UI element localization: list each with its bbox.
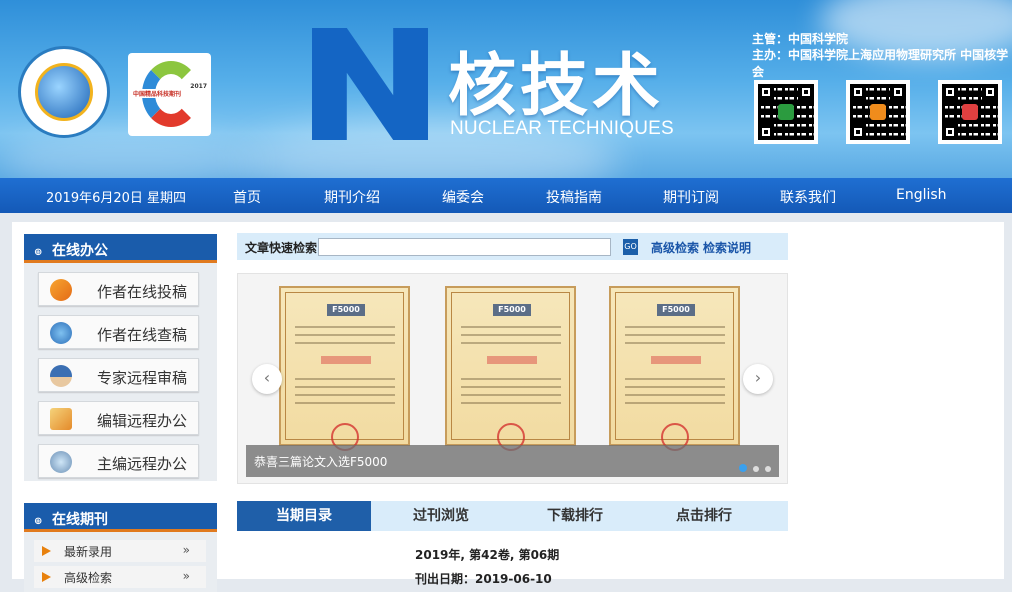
triangle-icon xyxy=(42,546,51,556)
tab-current-issue[interactable]: 当期目录 xyxy=(237,501,371,531)
nav-subscription[interactable]: 期刊订阅 xyxy=(663,187,719,207)
advanced-search-link[interactable]: 高级检索 xyxy=(651,239,699,256)
logo2-year: 2017 xyxy=(190,83,207,90)
f5000-badge: F5000 xyxy=(657,304,695,316)
search-input[interactable] xyxy=(318,238,611,256)
nav-journal-intro[interactable]: 期刊介绍 xyxy=(324,187,380,207)
bullet-icon: ⊕ xyxy=(34,516,43,527)
carousel-dots xyxy=(733,457,771,476)
submit-pen-icon xyxy=(50,279,72,301)
button-label: 作者在线查稿 xyxy=(97,326,188,344)
issue-volume: 2019年, 第42卷, 第06期 xyxy=(415,548,560,562)
button-label: 专家远程审稿 xyxy=(97,369,188,387)
office-title-text: 在线办公 xyxy=(52,243,108,259)
caption-text: 恭喜三篇论文入选F5000 xyxy=(254,455,388,469)
nav-home[interactable]: 首页 xyxy=(233,187,261,207)
carousel-next-button[interactable]: › xyxy=(743,364,773,394)
banner-cloud xyxy=(0,130,260,178)
expert-review-button[interactable]: 专家远程审稿 xyxy=(38,358,199,392)
tab-download-ranking[interactable]: 下载排行 xyxy=(508,501,642,531)
query-globe-icon xyxy=(50,322,72,344)
main-nav: 2019年6月20日 星期四 首页 期刊介绍 编委会 投稿指南 期刊订阅 联系我… xyxy=(0,178,1012,213)
journal-title-text: 在线期刊 xyxy=(52,512,108,528)
search-magnifier-icon xyxy=(50,451,72,473)
weibo-qr-icon[interactable] xyxy=(846,80,910,144)
editor-office-button[interactable]: 编辑远程办公 xyxy=(38,401,199,435)
nav-editorial-board[interactable]: 编委会 xyxy=(442,187,484,207)
certificate-image[interactable]: F5000 xyxy=(609,286,740,451)
button-label: 编辑远程办公 xyxy=(97,412,188,430)
tab-click-ranking[interactable]: 点击排行 xyxy=(637,501,771,531)
header-banner: 中国精品科技期刊 2017 核技术 NUCLEAR TECHNIQUES 主管：… xyxy=(0,0,1012,178)
globe-icon xyxy=(35,63,93,121)
tab-past-issues[interactable]: 过刊浏览 xyxy=(374,501,508,531)
carousel-dot[interactable] xyxy=(765,466,771,472)
carousel-prev-button[interactable]: ‹ xyxy=(252,364,282,394)
search-help-link[interactable]: 检索说明 xyxy=(703,239,751,256)
quick-search-bar: 文章快速检索 GO 高级检索 检索说明 xyxy=(237,233,788,260)
certificate-image[interactable]: F5000 xyxy=(445,286,576,451)
quality-journal-logo[interactable]: 中国精品科技期刊 2017 xyxy=(128,53,211,136)
expert-person-icon xyxy=(50,365,72,387)
wechat-qr-icon[interactable] xyxy=(754,80,818,144)
button-label: 主编远程办公 xyxy=(97,455,188,473)
nav-submission-guide[interactable]: 投稿指南 xyxy=(546,187,602,207)
chief-editor-button[interactable]: 主编远程办公 xyxy=(38,444,199,478)
editor-folder-icon xyxy=(50,408,72,430)
site-title: 核技术 xyxy=(448,47,665,126)
cast-logo[interactable] xyxy=(18,46,110,138)
author-submit-button[interactable]: 作者在线投稿 xyxy=(38,272,199,306)
office-panel-title: ⊕ 在线办公 xyxy=(24,234,217,263)
triangle-icon xyxy=(42,572,51,582)
current-date: 2019年6月20日 星期四 xyxy=(46,191,187,206)
issue-tabs: 当期目录 过刊浏览 下载排行 点击排行 xyxy=(237,501,788,531)
sponsor-text: 主办：中国科学院上海应用物理研究所 中国核学会 xyxy=(752,48,1009,79)
nav-english[interactable]: English xyxy=(896,187,947,203)
author-query-button[interactable]: 作者在线查稿 xyxy=(38,315,199,349)
link-label: 高级检索 xyxy=(64,571,113,585)
microshop-qr-icon[interactable] xyxy=(938,80,1002,144)
journal-panel-title: ⊕ 在线期刊 xyxy=(24,503,217,532)
latest-accepted-link[interactable]: 最新录用 » xyxy=(34,540,206,562)
f5000-badge: F5000 xyxy=(327,304,365,316)
double-chevron-icon: » xyxy=(182,543,190,557)
link-label: 最新录用 xyxy=(64,545,113,559)
carousel-dot[interactable] xyxy=(753,466,759,472)
double-chevron-icon: » xyxy=(182,569,190,583)
search-label: 文章快速检索 xyxy=(245,241,318,255)
certificate-image[interactable]: F5000 xyxy=(279,286,410,451)
nav-contact-us[interactable]: 联系我们 xyxy=(780,187,836,207)
advanced-search-link[interactable]: 高级检索 » xyxy=(34,566,206,588)
news-carousel[interactable]: F5000 F5000 F5000 ‹ › 恭喜三篇论文入选F5000 xyxy=(237,273,788,484)
button-label: 作者在线投稿 xyxy=(97,283,188,301)
f5000-badge: F5000 xyxy=(493,304,531,316)
carousel-caption[interactable]: 恭喜三篇论文入选F5000 xyxy=(246,445,779,477)
logo2-text: 中国精品科技期刊 xyxy=(133,89,193,98)
carousel-dot-active[interactable] xyxy=(739,464,747,472)
supervisor-text: 主管：中国科学院 xyxy=(752,32,849,46)
go-button[interactable]: GO xyxy=(623,239,638,255)
bullet-icon: ⊕ xyxy=(34,247,43,258)
site-subtitle: NUCLEAR TECHNIQUES xyxy=(450,118,674,139)
